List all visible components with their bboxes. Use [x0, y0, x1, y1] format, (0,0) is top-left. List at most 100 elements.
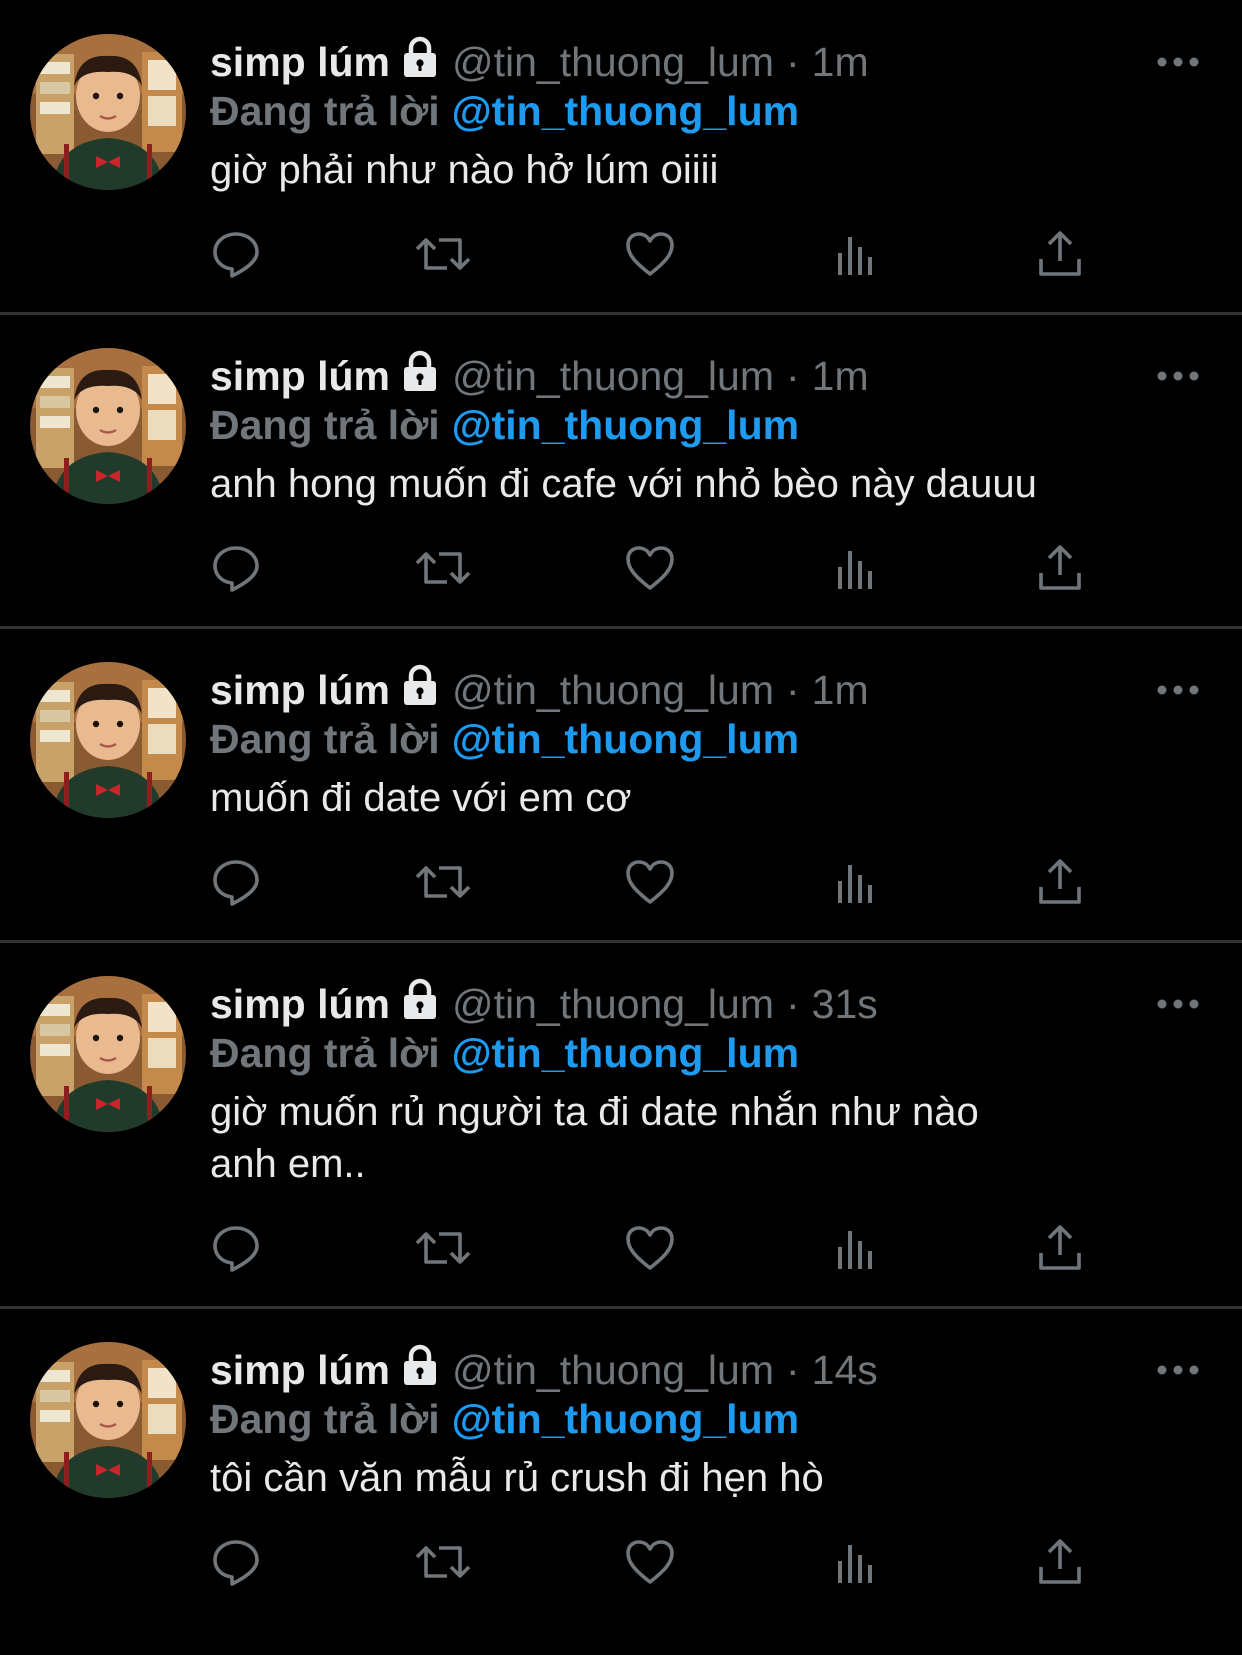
tweet-text: tôi cần văn mẫu rủ crush đi hẹn hò — [210, 1456, 824, 1500]
analytics-icon — [838, 1545, 872, 1583]
retweet-button[interactable] — [413, 1218, 473, 1278]
views-button[interactable] — [826, 1218, 886, 1278]
replying-to: Đang trả lời @tin_thuong_lum — [210, 398, 799, 452]
user-handle[interactable]: @tin_thuong_lum — [452, 353, 774, 400]
display-name[interactable]: simp lúm — [210, 353, 390, 400]
reply-icon — [213, 860, 259, 906]
avatar[interactable] — [30, 976, 186, 1132]
user-handle[interactable]: @tin_thuong_lum — [452, 39, 774, 86]
like-button[interactable] — [620, 538, 680, 598]
more-icon[interactable] — [1156, 1360, 1200, 1380]
retweet-icon — [415, 866, 471, 898]
replying-to-handle[interactable]: @tin_thuong_lum — [452, 88, 799, 135]
display-name[interactable]: simp lúm — [210, 667, 390, 714]
tweet[interactable]: simp lúm @tin_thuong_lum · 1m Đang trả l… — [0, 628, 1242, 942]
lock-icon — [400, 350, 440, 402]
like-button[interactable] — [620, 1532, 680, 1592]
views-button[interactable] — [826, 538, 886, 598]
retweet-button[interactable] — [413, 852, 473, 912]
retweet-button[interactable] — [413, 538, 473, 598]
views-button[interactable] — [826, 224, 886, 284]
retweet-button[interactable] — [413, 1532, 473, 1592]
reply-icon — [213, 1226, 259, 1272]
tweet-text: muốn đi date với em cơ — [210, 776, 632, 820]
views-button[interactable] — [826, 852, 886, 912]
reply-button[interactable] — [206, 852, 266, 912]
reply-icon — [213, 1540, 259, 1586]
tweet-header: simp lúm @tin_thuong_lum · 1m — [210, 34, 869, 90]
share-button[interactable] — [1030, 1532, 1090, 1592]
like-button[interactable] — [620, 224, 680, 284]
replying-to: Đang trả lời @tin_thuong_lum — [210, 1392, 799, 1446]
analytics-icon — [838, 1231, 872, 1269]
replying-to: Đang trả lời @tin_thuong_lum — [210, 84, 799, 138]
tweet-actions — [0, 1218, 1242, 1278]
user-handle[interactable]: @tin_thuong_lum — [452, 1347, 774, 1394]
timestamp[interactable]: 1m — [812, 353, 869, 400]
share-button[interactable] — [1030, 852, 1090, 912]
tweet-actions — [0, 224, 1242, 284]
heart-icon — [626, 1226, 674, 1270]
display-name[interactable]: simp lúm — [210, 981, 390, 1028]
retweet-button[interactable] — [413, 224, 473, 284]
more-icon[interactable] — [1156, 52, 1200, 72]
reply-button[interactable] — [206, 224, 266, 284]
tweet-header: simp lúm @tin_thuong_lum · 14s — [210, 1342, 878, 1398]
tweet-actions — [0, 1532, 1242, 1592]
views-button[interactable] — [826, 1532, 886, 1592]
avatar[interactable] — [30, 662, 186, 818]
avatar[interactable] — [30, 34, 186, 190]
tweet-text: giờ muốn rủ người ta đi date nhắn như nà… — [210, 1090, 979, 1186]
reply-icon — [213, 546, 259, 592]
like-button[interactable] — [620, 1218, 680, 1278]
lock-icon — [400, 1344, 440, 1396]
timestamp[interactable]: 1m — [812, 667, 869, 714]
replying-to-handle[interactable]: @tin_thuong_lum — [452, 1030, 799, 1077]
heart-icon — [626, 860, 674, 904]
reply-button[interactable] — [206, 1532, 266, 1592]
retweet-icon — [415, 552, 471, 584]
timestamp[interactable]: 31s — [812, 981, 878, 1028]
replying-to-handle[interactable]: @tin_thuong_lum — [452, 716, 799, 763]
reply-button[interactable] — [206, 1218, 266, 1278]
tweet-actions — [0, 852, 1242, 912]
tweet[interactable]: simp lúm @tin_thuong_lum · 1m Đang trả l… — [0, 314, 1242, 628]
reply-button[interactable] — [206, 538, 266, 598]
lock-icon — [400, 664, 440, 716]
replying-to-label: Đang trả lời — [210, 401, 440, 448]
separator-dot: · — [785, 1346, 800, 1393]
retweet-icon — [415, 1546, 471, 1578]
display-name[interactable]: simp lúm — [210, 1347, 390, 1394]
share-button[interactable] — [1030, 538, 1090, 598]
share-button[interactable] — [1030, 1218, 1090, 1278]
analytics-icon — [838, 865, 872, 903]
tweet[interactable]: simp lúm @tin_thuong_lum · 1m Đang trả l… — [0, 0, 1242, 314]
timestamp[interactable]: 1m — [812, 39, 869, 86]
share-icon — [1039, 545, 1081, 590]
tweet[interactable]: simp lúm @tin_thuong_lum · 31s Đang trả — [0, 942, 1242, 1308]
heart-icon — [626, 1540, 674, 1584]
separator-dot: · — [785, 38, 800, 85]
replying-to-handle[interactable]: @tin_thuong_lum — [452, 1396, 799, 1443]
tweet-actions — [0, 538, 1242, 598]
tweet[interactable]: simp lúm @tin_thuong_lum · 14s Đang trả — [0, 1308, 1242, 1622]
replying-to-label: Đang trả lời — [210, 1029, 440, 1076]
more-icon[interactable] — [1156, 366, 1200, 386]
reply-icon — [213, 232, 259, 278]
lock-icon — [400, 978, 440, 1030]
tweet-text: anh hong muốn đi cafe với nhỏ bèo này da… — [210, 462, 1037, 506]
timestamp[interactable]: 14s — [812, 1347, 878, 1394]
user-handle[interactable]: @tin_thuong_lum — [452, 981, 774, 1028]
avatar[interactable] — [30, 1342, 186, 1498]
replying-to-handle[interactable]: @tin_thuong_lum — [452, 402, 799, 449]
like-button[interactable] — [620, 852, 680, 912]
user-handle[interactable]: @tin_thuong_lum — [452, 667, 774, 714]
display-name[interactable]: simp lúm — [210, 39, 390, 86]
more-icon[interactable] — [1156, 680, 1200, 700]
more-icon[interactable] — [1156, 994, 1200, 1014]
share-button[interactable] — [1030, 224, 1090, 284]
avatar[interactable] — [30, 348, 186, 504]
heart-icon — [626, 232, 674, 276]
separator-dot: · — [785, 666, 800, 713]
analytics-icon — [838, 237, 872, 275]
